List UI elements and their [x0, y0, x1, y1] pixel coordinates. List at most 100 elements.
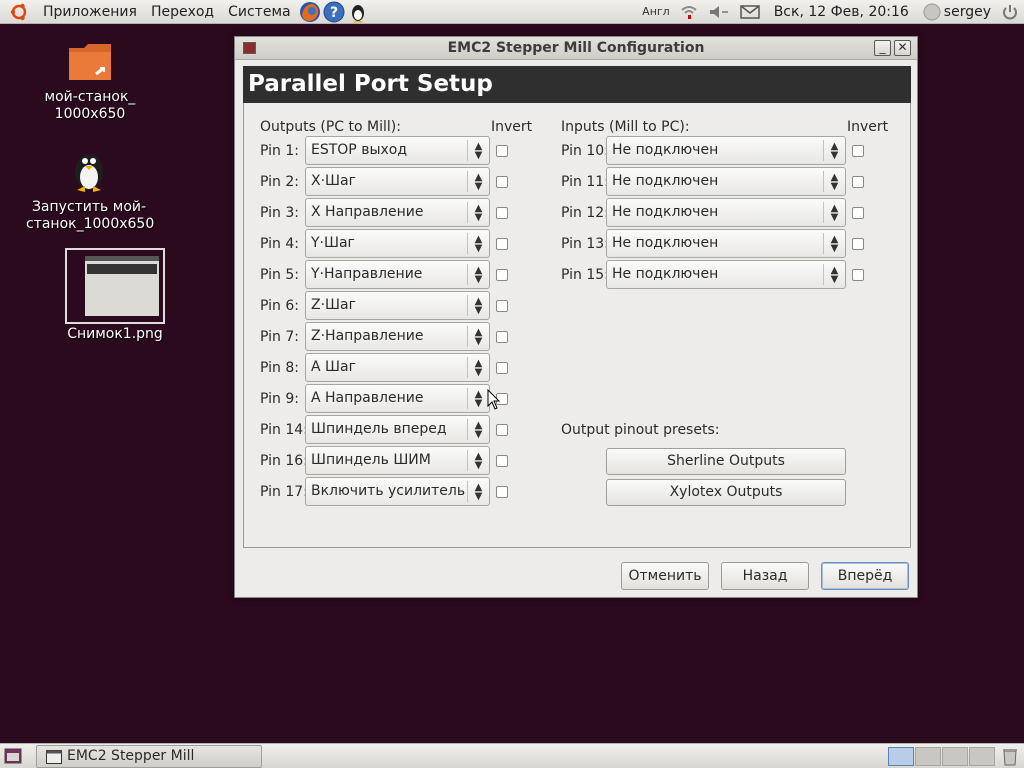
trash-icon[interactable] — [1000, 747, 1020, 766]
mail-icon[interactable] — [739, 4, 760, 19]
ubuntu-logo-icon[interactable] — [8, 1, 30, 23]
inputs-pin-select[interactable]: Не подключен ▲ ▼ — [606, 229, 846, 258]
outputs-pin-select[interactable]: Z·Направление ▲ ▼ — [305, 322, 490, 351]
inputs-invert-checkbox[interactable] — [852, 207, 864, 219]
outputs-pin-label: Pin 3: — [260, 205, 299, 221]
minimize-button[interactable]: _ — [874, 40, 891, 56]
sherline-outputs-button[interactable]: Sherline Outputs — [606, 448, 846, 475]
inputs-invert-checkbox[interactable] — [852, 238, 864, 250]
outputs-invert-heading: Invert — [491, 119, 533, 135]
outputs-pin-select-value: Z·Шаг — [311, 297, 356, 313]
svg-text:?: ? — [330, 5, 338, 21]
outputs-pin-select[interactable]: ESTOP выход ▲ ▼ — [305, 136, 490, 165]
outputs-pin-select-value: ESTOP выход — [311, 142, 408, 158]
menu-places[interactable]: Переход — [144, 4, 221, 20]
outputs-invert-checkbox[interactable] — [496, 207, 508, 219]
outputs-pin-select-value: Y·Шаг — [311, 235, 355, 251]
taskbar-window-label: EMC2 Stepper Mill Configu... — [67, 748, 195, 764]
outputs-invert-checkbox[interactable] — [496, 300, 508, 312]
inputs-pin-select-value: Не подключен — [612, 173, 719, 189]
outputs-invert-checkbox[interactable] — [496, 269, 508, 281]
outputs-pin-select[interactable]: Z·Шаг ▲ ▼ — [305, 291, 490, 320]
updown-chevron-icon: ▲ ▼ — [467, 295, 489, 316]
window-titlebar[interactable]: EMC2 Stepper Mill Configuration _ ✕ — [235, 37, 917, 60]
power-icon[interactable] — [1001, 3, 1019, 21]
inputs-pin-select[interactable]: Не подключен ▲ ▼ — [606, 198, 846, 227]
updown-chevron-icon: ▲ ▼ — [467, 388, 489, 409]
updown-chevron-icon: ▲ ▼ — [467, 171, 489, 192]
outputs-pin-select-value: Включить усилитель — [311, 483, 466, 499]
outputs-pin-select[interactable]: Y·Шаг ▲ ▼ — [305, 229, 490, 258]
window-title: EMC2 Stepper Mill Configuration — [447, 40, 705, 56]
presets-label: Output pinout presets: — [561, 422, 720, 438]
outputs-invert-checkbox[interactable] — [496, 486, 508, 498]
outputs-pin-select-value: A Шаг — [311, 359, 356, 375]
menu-applications[interactable]: Приложения — [36, 4, 144, 20]
xylotex-outputs-button[interactable]: Xylotex Outputs — [606, 479, 846, 506]
outputs-pin-select[interactable]: Включить усилитель ▲ ▼ — [305, 477, 490, 506]
workspace-1[interactable] — [888, 747, 914, 766]
config-window: EMC2 Stepper Mill Configuration _ ✕ Para… — [234, 36, 918, 598]
outputs-pin-select[interactable]: X Направление ▲ ▼ — [305, 198, 490, 227]
outputs-pin-select[interactable]: A Направление ▲ ▼ — [305, 384, 490, 413]
menu-system[interactable]: Система — [221, 4, 297, 20]
updown-chevron-icon: ▲ ▼ — [467, 419, 489, 440]
firefox-icon[interactable] — [299, 1, 321, 23]
inputs-pin-select-value: Не подключен — [612, 266, 719, 282]
outputs-invert-checkbox[interactable] — [496, 238, 508, 250]
taskbar-window-button[interactable]: EMC2 Stepper Mill Configu... — [36, 745, 262, 768]
inputs-pin-select[interactable]: Не подключен ▲ ▼ — [606, 167, 846, 196]
desktop-icon-screenshot[interactable]: Снимок1.png — [52, 248, 178, 343]
outputs-invert-checkbox[interactable] — [496, 176, 508, 188]
outputs-pin-label: Pin 14: — [260, 422, 308, 438]
network-icon[interactable] — [680, 4, 698, 20]
outputs-pin-select[interactable]: Y·Направление ▲ ▼ — [305, 260, 490, 289]
workspace-2[interactable] — [915, 747, 941, 766]
tux-icon — [75, 154, 103, 192]
inputs-pin-select[interactable]: Не подключен ▲ ▼ — [606, 260, 846, 289]
cancel-button[interactable]: Отменить — [621, 562, 709, 590]
help-icon[interactable]: ? — [323, 1, 345, 23]
updown-chevron-icon: ▲ ▼ — [823, 202, 845, 223]
show-desktop-icon[interactable] — [4, 748, 22, 764]
user-menu[interactable]: sergey — [923, 3, 991, 21]
outputs-pin-label: Pin 1: — [260, 143, 299, 159]
screenshot-thumbnail — [65, 248, 165, 324]
outputs-pin-label: Pin 5: — [260, 267, 299, 283]
updown-chevron-icon: ▲ ▼ — [823, 233, 845, 254]
inputs-pin-select-value: Не подключен — [612, 235, 719, 251]
workspace-4[interactable] — [969, 747, 995, 766]
inputs-pin-select[interactable]: Не подключен ▲ ▼ — [606, 136, 846, 165]
outputs-pin-select-value: Y·Направление — [311, 266, 423, 282]
inputs-invert-checkbox[interactable] — [852, 145, 864, 157]
desktop-icon-folder[interactable]: мой-станок_ 1000x650 — [38, 40, 142, 123]
outputs-pin-select[interactable]: X·Шаг ▲ ▼ — [305, 167, 490, 196]
outputs-pin-select[interactable]: A Шаг ▲ ▼ — [305, 353, 490, 382]
inputs-pin-select-value: Не подключен — [612, 142, 719, 158]
content-frame: Outputs (PC to Mill): Invert Inputs (Mil… — [243, 103, 911, 548]
outputs-invert-checkbox[interactable] — [496, 145, 508, 157]
outputs-pin-select[interactable]: Шпиндель вперед ▲ ▼ — [305, 415, 490, 444]
outputs-invert-checkbox[interactable] — [496, 455, 508, 467]
outputs-invert-checkbox[interactable] — [496, 362, 508, 374]
workspace-3[interactable] — [942, 747, 968, 766]
volume-icon[interactable] — [708, 4, 730, 20]
desktop-icon-launcher-label: Запустить мой- станок_1000x650 — [26, 199, 155, 232]
outputs-invert-checkbox[interactable] — [496, 424, 508, 436]
outputs-pin-select[interactable]: Шпиндель ШИМ ▲ ▼ — [305, 446, 490, 475]
outputs-pin-label: Pin 8: — [260, 360, 299, 376]
keyboard-layout-indicator[interactable]: Англ — [642, 5, 670, 18]
inputs-pin-label: Pin 12: — [561, 205, 609, 221]
updown-chevron-icon: ▲ ▼ — [467, 264, 489, 285]
outputs-pin-label: Pin 17: — [260, 484, 308, 500]
clock[interactable]: Вск, 12 Фев, 20:16 — [770, 4, 913, 20]
back-button[interactable]: Назад — [721, 562, 809, 590]
inputs-invert-checkbox[interactable] — [852, 269, 864, 281]
close-button[interactable]: ✕ — [894, 40, 911, 56]
inputs-invert-checkbox[interactable] — [852, 176, 864, 188]
emc-launcher-icon[interactable] — [347, 1, 369, 23]
desktop-icon-launcher[interactable]: Запустить мой- станок_1000x650 — [26, 146, 155, 233]
forward-button[interactable]: Вперёд — [821, 562, 909, 590]
outputs-invert-checkbox[interactable] — [496, 331, 508, 343]
window-menu-icon[interactable] — [243, 42, 256, 54]
